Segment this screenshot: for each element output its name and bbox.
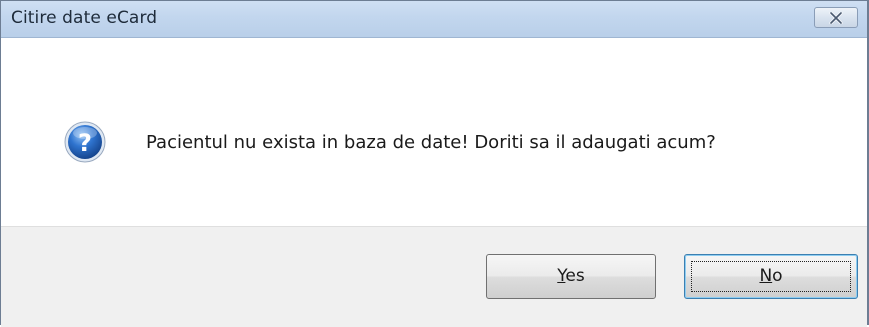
title-bar[interactable]: Citire date eCard [1,1,867,38]
no-accelerator: N [759,266,773,286]
no-button[interactable]: No [684,254,858,299]
close-button[interactable] [814,7,858,28]
dialog-content: ? Pacientul nu exista in baza de date! D… [1,38,867,226]
window-title: Citire date eCard [11,8,158,28]
message-text: Pacientul nu exista in baza de date! Dor… [146,132,716,153]
svg-text:?: ? [78,129,92,157]
close-icon [829,12,843,24]
question-icon: ? [64,121,106,163]
button-bar: Yes No [1,226,867,327]
message-dialog: Citire date eCard ? Pacientul nu exista … [0,0,869,327]
no-label: o [772,266,783,286]
yes-button[interactable]: Yes [486,254,656,299]
yes-label: es [565,266,585,286]
